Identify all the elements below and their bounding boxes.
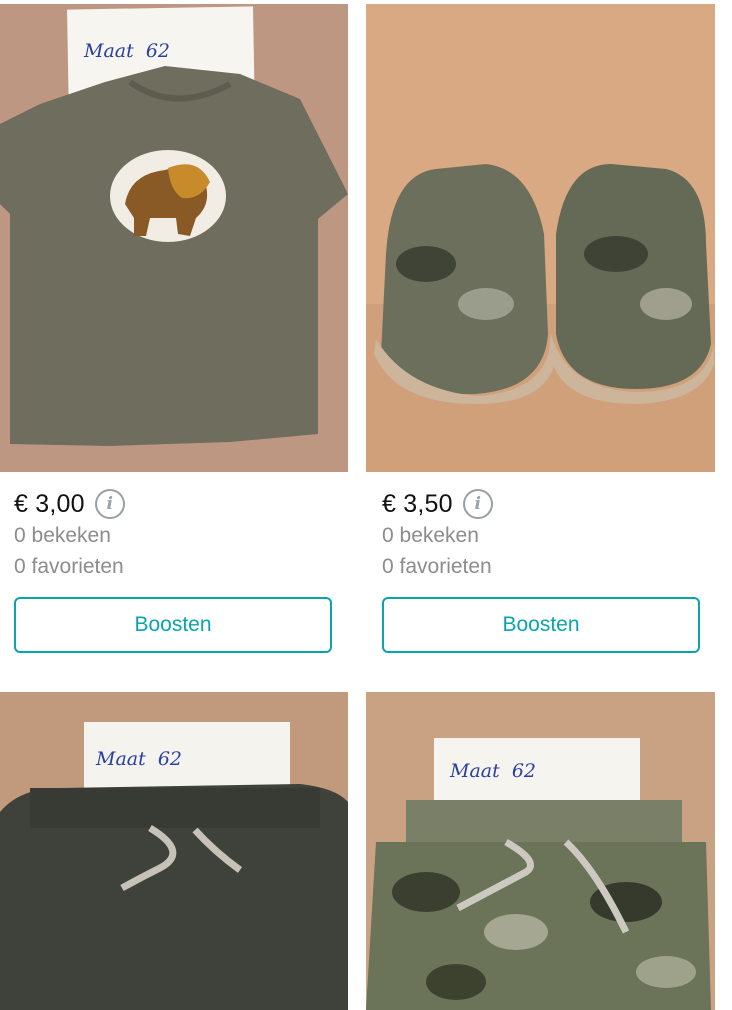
item-photo-trousers-dark[interactable]: Maat 62 <box>0 692 348 1010</box>
views-count: 0 bekeken <box>382 524 479 547</box>
item-photo-shoes[interactable] <box>366 4 715 472</box>
photo-size-label: Maat 62 <box>96 748 183 770</box>
boost-button[interactable]: Boosten <box>382 597 700 653</box>
views-count: 0 bekeken <box>14 524 111 547</box>
favorites-count: 0 favorieten <box>382 555 492 578</box>
favorites-count: 0 favorieten <box>14 555 124 578</box>
photo-size-label: Maat 62 <box>450 760 537 782</box>
price: € 3,50 <box>382 489 453 518</box>
info-icon[interactable]: i <box>462 489 493 519</box>
info-icon[interactable]: i <box>94 489 125 519</box>
price-row-1: € 3,00 i <box>14 489 125 519</box>
item-photo-tshirt[interactable]: Maat 62 <box>0 4 348 472</box>
photo-size-label: Maat 62 <box>84 40 171 62</box>
item-photo-trousers-camo[interactable]: Maat 62 <box>366 692 715 1010</box>
price-row-2: € 3,50 i <box>382 489 493 519</box>
boost-button[interactable]: Boosten <box>14 597 332 653</box>
price: € 3,00 <box>14 489 85 518</box>
